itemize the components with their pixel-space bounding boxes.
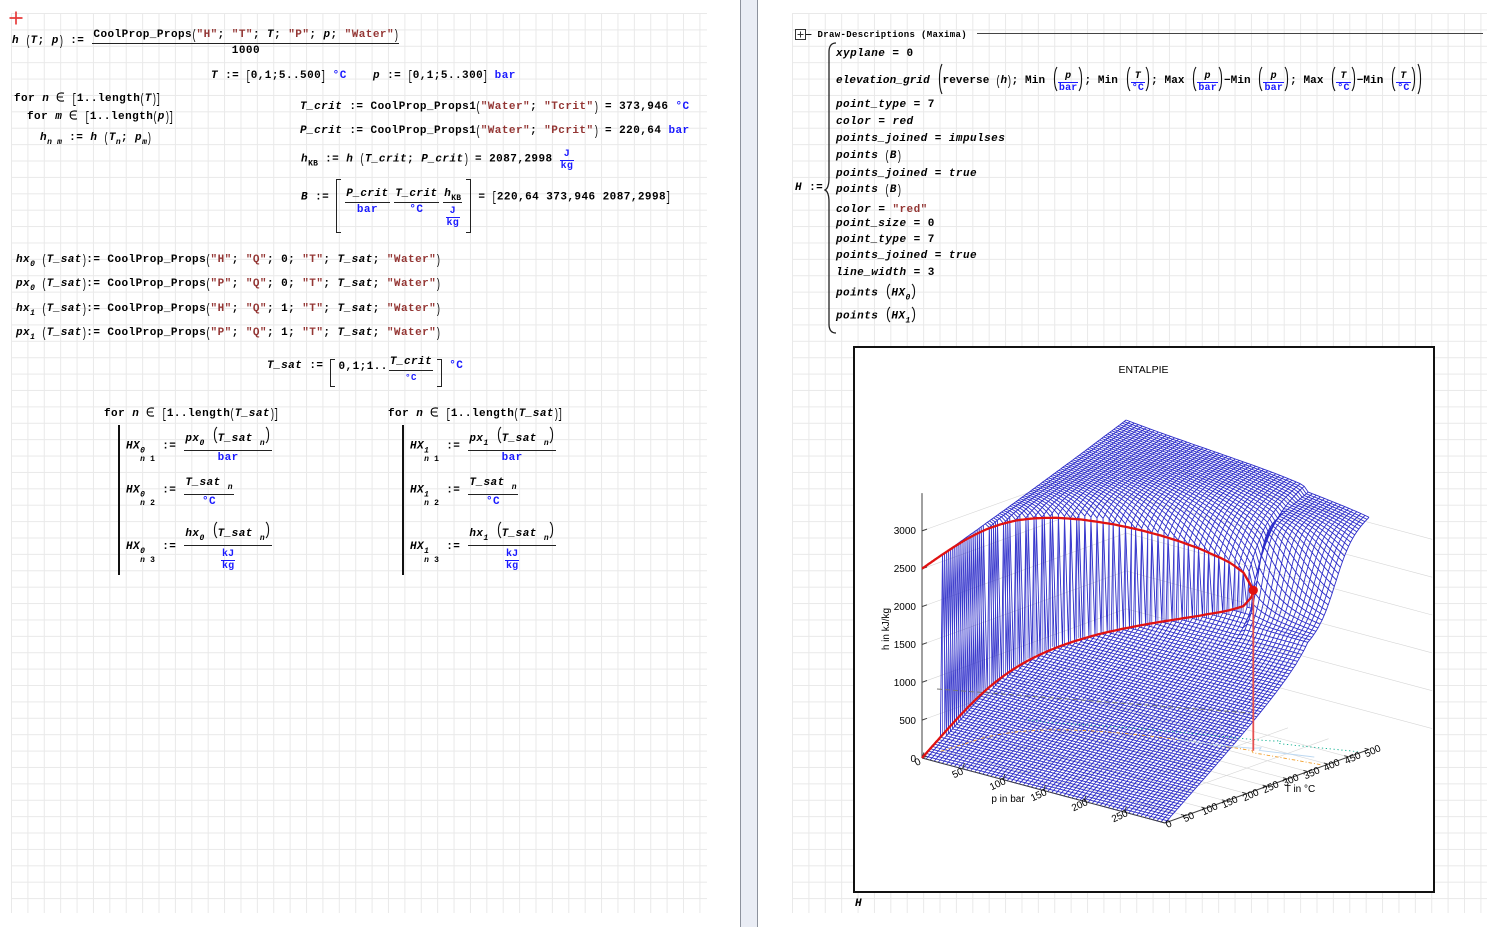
- svg-text:1000: 1000: [894, 678, 917, 689]
- svg-text:250: 250: [1110, 808, 1130, 825]
- svg-text:500: 500: [1363, 743, 1383, 760]
- svg-text:100: 100: [1200, 801, 1220, 818]
- svg-text:2000: 2000: [894, 602, 917, 613]
- svg-text:T in °C: T in °C: [1285, 784, 1316, 795]
- svg-text:500: 500: [899, 716, 916, 727]
- svg-text:ENTALPIE: ENTALPIE: [1119, 364, 1169, 376]
- svg-text:1500: 1500: [894, 640, 917, 651]
- svg-text:2500: 2500: [894, 564, 917, 575]
- svg-text:h in kJ/kg: h in kJ/kg: [881, 608, 892, 650]
- svg-text:3000: 3000: [894, 526, 917, 537]
- svg-text:0: 0: [913, 756, 923, 769]
- svg-text:p in bar: p in bar: [991, 794, 1025, 805]
- svg-text:400: 400: [1322, 757, 1342, 774]
- svg-text:250: 250: [1261, 779, 1281, 796]
